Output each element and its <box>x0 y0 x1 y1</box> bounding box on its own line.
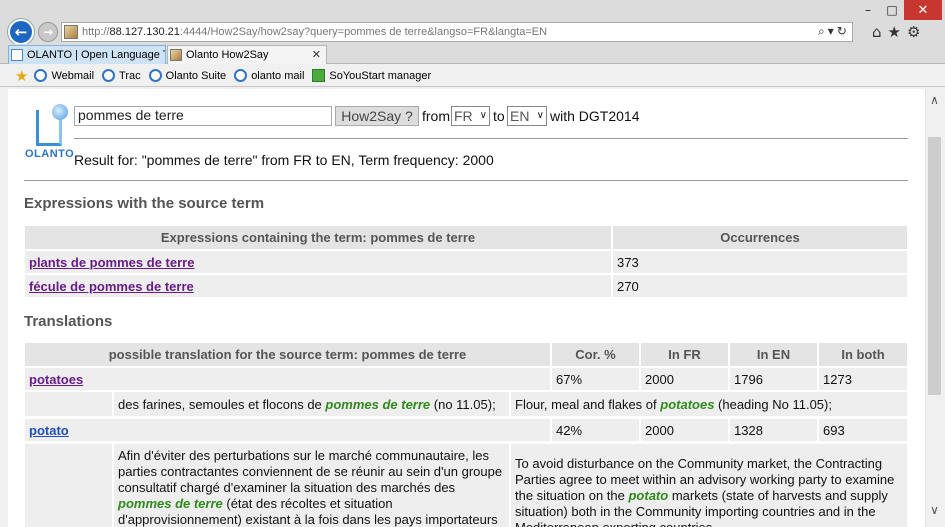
occurrence-cell: 270 <box>613 275 907 297</box>
page-icon <box>11 49 23 61</box>
in-both-cell: 693 <box>819 419 907 441</box>
occurrence-cell: 373 <box>613 251 907 273</box>
divider <box>74 138 908 139</box>
translations-heading: Translations <box>24 313 113 330</box>
refresh-icon[interactable]: ↻ <box>837 24 850 38</box>
scroll-down-icon[interactable]: ∨ <box>926 503 943 517</box>
result-summary: Result for: "pommes de terre" from FR to… <box>74 152 494 168</box>
browser-toolbar-icons: ⌂★⚙ <box>872 23 926 41</box>
scrollbar-thumb[interactable] <box>928 137 941 395</box>
divider <box>24 180 908 181</box>
back-arrow-icon[interactable]: ← <box>8 19 34 45</box>
column-header: Cor. % <box>552 343 639 366</box>
window-titlebar: – □ ✕ <box>0 0 945 22</box>
favorite-link[interactable]: SoYouStart manager <box>312 69 431 82</box>
from-label: from <box>422 108 450 124</box>
column-header: In EN <box>730 343 817 366</box>
column-header: In FR <box>641 343 728 366</box>
search-icon[interactable]: ⌕ <box>818 24 828 38</box>
ie-icon <box>234 69 248 82</box>
favorite-link[interactable]: Webmail <box>34 69 94 82</box>
in-en-cell: 1796 <box>730 368 817 390</box>
maximize-icon[interactable]: □ <box>880 0 904 20</box>
server-icon <box>312 69 326 82</box>
address-row: ← → http://88.127.130.21:4444/How2Say/ho… <box>0 19 945 45</box>
home-icon[interactable]: ⌂ <box>872 23 888 41</box>
column-header: possible translation for the source term… <box>25 343 550 366</box>
source-language-value: FR <box>454 108 473 124</box>
favorites-star-icon[interactable]: ★ <box>888 23 907 41</box>
site-favicon-icon <box>64 25 78 39</box>
tab-how2say[interactable]: Olanto How2Say ✕ <box>167 45 327 64</box>
tab-label: OLANTO | Open Language Too... <box>27 49 165 61</box>
search-refresh-tools[interactable]: ⌕▾↻ <box>818 24 850 39</box>
in-en-cell: 1328 <box>730 419 817 441</box>
expression-link[interactable]: fécule de pommes de terre <box>29 279 194 294</box>
logo-text: OLANTO <box>25 148 75 160</box>
context-en: To avoid disturbance on the Community ma… <box>511 444 907 527</box>
cor-cell: 67% <box>552 368 639 390</box>
chevron-down-icon: ∨ <box>479 110 487 121</box>
translation-link[interactable]: potato <box>29 423 69 438</box>
chevron-down-icon: ∨ <box>536 110 544 121</box>
minimize-icon[interactable]: – <box>856 0 880 20</box>
site-favicon-icon <box>170 49 182 61</box>
search-input[interactable]: pommes de terre <box>74 106 332 126</box>
corpus-label: with DGT2014 <box>550 108 640 124</box>
expression-link[interactable]: plants de pommes de terre <box>29 255 194 270</box>
ie-icon <box>148 69 162 82</box>
in-fr-cell: 2000 <box>641 419 728 441</box>
context-en: Flour, meal and flakes of potatoes (head… <box>511 392 907 416</box>
column-header: Expressions containing the term: pommes … <box>25 226 611 249</box>
context-spacer <box>25 392 112 416</box>
source-language-select[interactable]: FR ∨ <box>451 106 490 126</box>
context-fr: Afin d'éviter des perturbations sur le m… <box>114 444 509 527</box>
forward-arrow-icon[interactable]: → <box>38 22 58 42</box>
add-favorite-star-icon[interactable]: ★ <box>15 67 28 85</box>
favorites-bar: ★ Webmail Trac Olanto Suite olanto mail … <box>0 65 945 87</box>
tab-close-icon[interactable]: ✕ <box>312 48 321 61</box>
column-header: In both <box>819 343 907 366</box>
olanto-logo: OLANTO <box>25 104 75 164</box>
in-both-cell: 1273 <box>819 368 907 390</box>
table-row: potatoes <box>25 368 550 390</box>
page-content: OLANTO pommes de terre How2Say ? from FR… <box>8 89 925 527</box>
expressions-heading: Expressions with the source term <box>24 195 265 212</box>
tab-olanto[interactable]: OLANTO | Open Language Too... <box>8 45 166 64</box>
gear-icon[interactable]: ⚙ <box>907 23 926 41</box>
table-row: fécule de pommes de terre <box>25 275 611 297</box>
context-spacer <box>25 444 112 527</box>
scroll-up-icon[interactable]: ∧ <box>926 93 943 107</box>
dropdown-icon[interactable]: ▾ <box>828 24 837 38</box>
address-url: http://88.127.130.21:4444/How2Say/how2sa… <box>82 26 548 38</box>
page-scrollbar[interactable]: ∧ ∨ <box>925 89 942 527</box>
favorite-link[interactable]: olanto mail <box>234 69 304 82</box>
ie-icon <box>102 69 116 82</box>
how2say-button[interactable]: How2Say ? <box>335 106 419 126</box>
logo-ball <box>52 104 68 120</box>
translation-link[interactable]: potatoes <box>29 372 83 387</box>
to-label: to <box>493 108 505 124</box>
ie-icon <box>34 69 48 82</box>
favorite-link[interactable]: Trac <box>102 69 141 82</box>
favorite-link[interactable]: Olanto Suite <box>148 69 226 82</box>
table-row: plants de pommes de terre <box>25 251 611 273</box>
address-bar[interactable]: http://88.127.130.21:4444/How2Say/how2sa… <box>61 22 853 42</box>
column-header: Occurrences <box>613 226 907 249</box>
in-fr-cell: 2000 <box>641 368 728 390</box>
target-language-select[interactable]: EN ∨ <box>507 106 547 126</box>
close-icon[interactable]: ✕ <box>904 0 942 20</box>
tab-label: Olanto How2Say <box>186 49 269 61</box>
tab-strip: OLANTO | Open Language Too... Olanto How… <box>0 44 945 64</box>
context-fr: des farines, semoules et flocons de pomm… <box>114 392 509 416</box>
table-row: potato <box>25 419 550 441</box>
cor-cell: 42% <box>552 419 639 441</box>
target-language-value: EN <box>510 108 530 124</box>
